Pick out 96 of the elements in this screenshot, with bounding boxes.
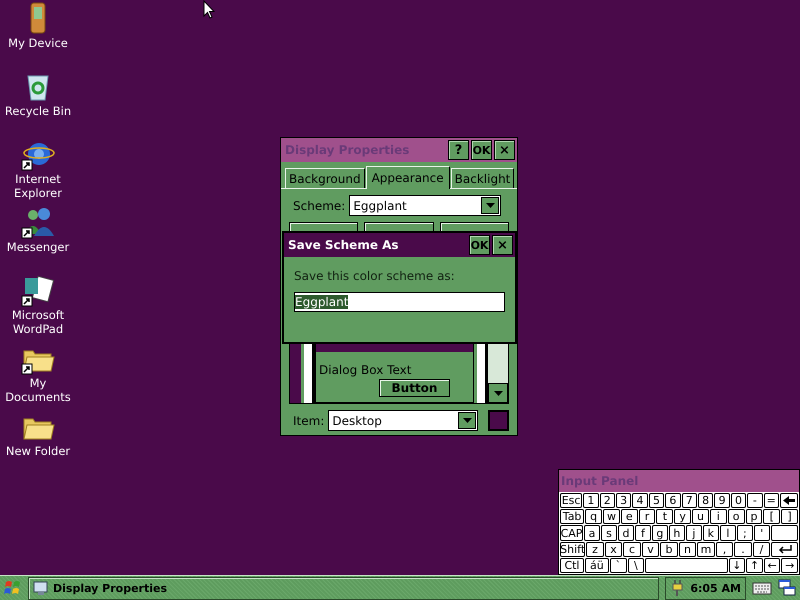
windows-icon[interactable] [778, 579, 796, 597]
keyboard-key[interactable]: l [720, 525, 736, 541]
keyboard-key[interactable]: b [660, 542, 678, 557]
keyboard-key[interactable]: e [620, 509, 638, 524]
preview-dialog-text: Dialog Box Text [318, 363, 412, 377]
keyboard-key[interactable]: ` [610, 558, 626, 574]
clock[interactable]: 6:05 AM [690, 582, 741, 594]
keyboard-key[interactable]: m [697, 542, 715, 557]
keyboard-key[interactable]: x [604, 542, 622, 557]
keyboard-key[interactable]: Ctl [560, 558, 584, 574]
keyboard-key[interactable]: 6 [665, 493, 681, 508]
keyboard-key[interactable]: q [585, 509, 602, 524]
keyboard-key[interactable]: f [634, 525, 651, 541]
people-icon[interactable] [21, 206, 55, 240]
keyboard-key[interactable]: CAP [560, 525, 583, 541]
keyboard-key[interactable]: ← [764, 558, 780, 574]
keyboard-key[interactable]: h [668, 525, 685, 541]
keyboard-key[interactable]: 4 [632, 493, 648, 508]
pointer-icon [203, 0, 215, 19]
keyboard-key[interactable]: = [764, 493, 779, 508]
desktop-icon-label[interactable]: Messenger [6, 240, 70, 254]
tab[interactable]: Backlight [450, 168, 514, 188]
item-dropdown[interactable]: Desktop [328, 410, 478, 431]
close-button[interactable]: × [492, 235, 513, 255]
keyboard-key[interactable]: 2 [600, 493, 615, 508]
keyboard-key[interactable]: - [747, 493, 763, 508]
keyboard-key[interactable]: d [618, 525, 634, 541]
document-icon[interactable] [21, 274, 55, 308]
keyboard-key[interactable]: \ [628, 558, 644, 574]
keyboard-key[interactable]: o [728, 509, 745, 524]
keyboard-key[interactable]: 0 [730, 493, 746, 508]
desktop-icon-label[interactable]: My Documents [0, 376, 76, 404]
keyboard-key[interactable]: Tab [560, 509, 584, 524]
backspace-arrow-icon [783, 496, 796, 506]
monitor-icon [33, 580, 49, 596]
dropdown-arrow-icon [462, 418, 472, 423]
keyboard-key[interactable]: 1 [583, 493, 599, 508]
keyboard-key[interactable]: u [692, 509, 709, 524]
keyboard-key[interactable]: , [716, 542, 734, 557]
keyboard-key[interactable]: g [652, 525, 668, 541]
keyboard-key[interactable]: 7 [682, 493, 697, 508]
dropdown-arrow-icon [486, 203, 495, 208]
scheme-name-field[interactable]: Eggplant [294, 292, 505, 312]
keyboard-key[interactable]: j [686, 525, 702, 541]
keyboard-key[interactable]: p [746, 509, 762, 524]
enter-key[interactable] [771, 542, 798, 557]
ok-button[interactable]: OK [469, 235, 490, 255]
keyboard-key[interactable]: Esc [560, 493, 582, 508]
keyboard-key[interactable]: áü [584, 558, 609, 574]
color-swatch[interactable] [488, 410, 509, 431]
item-label: Item: [293, 414, 324, 428]
keyboard-key[interactable]: . [734, 542, 752, 557]
keyboard-key[interactable]: i [710, 509, 727, 524]
keyboard-icon[interactable] [752, 581, 772, 595]
keyboard-key[interactable]: y [674, 509, 692, 524]
enter-key[interactable] [770, 525, 798, 541]
keyboard-key[interactable]: n [678, 542, 696, 557]
keyboard-key[interactable]: w [603, 509, 620, 524]
scroll-down-icon [494, 390, 502, 396]
keyboard-key[interactable]: ↑ [746, 558, 763, 574]
enter-arrow-icon [778, 544, 792, 554]
desktop-icon-label[interactable]: New Folder [6, 444, 70, 458]
keyboard-key[interactable]: z [586, 542, 604, 557]
desktop-icon-label[interactable]: Internet Explorer [0, 172, 76, 200]
space-key[interactable] [645, 558, 728, 574]
tab[interactable]: Appearance [366, 166, 450, 189]
tab[interactable]: Background [285, 168, 365, 188]
keyboard-key[interactable]: → [781, 558, 798, 574]
taskbar-button[interactable]: Display Properties [28, 576, 660, 600]
keyboard-key[interactable]: / [752, 542, 770, 557]
dialog-prompt: Save this color scheme as: [294, 269, 456, 283]
keyboard-key[interactable]: 9 [714, 493, 730, 508]
keyboard-key[interactable]: c [623, 542, 641, 557]
keyboard-key[interactable]: 5 [648, 493, 664, 508]
keyboard-key[interactable]: ' [754, 525, 770, 541]
keyboard-key[interactable]: 3 [616, 493, 632, 508]
desktop-icon-label[interactable]: My Device [8, 36, 68, 50]
keyboard-key[interactable]: ↓ [728, 558, 746, 574]
keyboard-key[interactable]: 8 [698, 493, 714, 508]
keyboard-key[interactable]: r [638, 509, 656, 524]
desktop-icon-label[interactable]: Microsoft WordPad [0, 308, 76, 336]
scheme-label: Scheme: [293, 198, 346, 212]
keyboard-key[interactable]: v [642, 542, 660, 557]
dialog-title: Save Scheme As [287, 238, 400, 252]
scheme-dropdown[interactable]: Eggplant [349, 195, 502, 216]
keyboard-key[interactable]: [ [763, 509, 780, 524]
backspace-key[interactable] [780, 493, 798, 508]
start-flag-icon[interactable] [4, 579, 22, 597]
desktop-icon-label[interactable]: Recycle Bin [4, 104, 72, 118]
keyboard-key[interactable]: t [656, 509, 674, 524]
keyboard-key[interactable]: a [584, 525, 600, 541]
keyboard-key[interactable]: k [702, 525, 719, 541]
keyboard-key[interactable]: s [600, 525, 617, 541]
keyboard-key[interactable]: Shift [560, 542, 586, 557]
keyboard-key[interactable]: ; [736, 525, 753, 541]
keyboard-key[interactable]: ] [781, 509, 798, 524]
